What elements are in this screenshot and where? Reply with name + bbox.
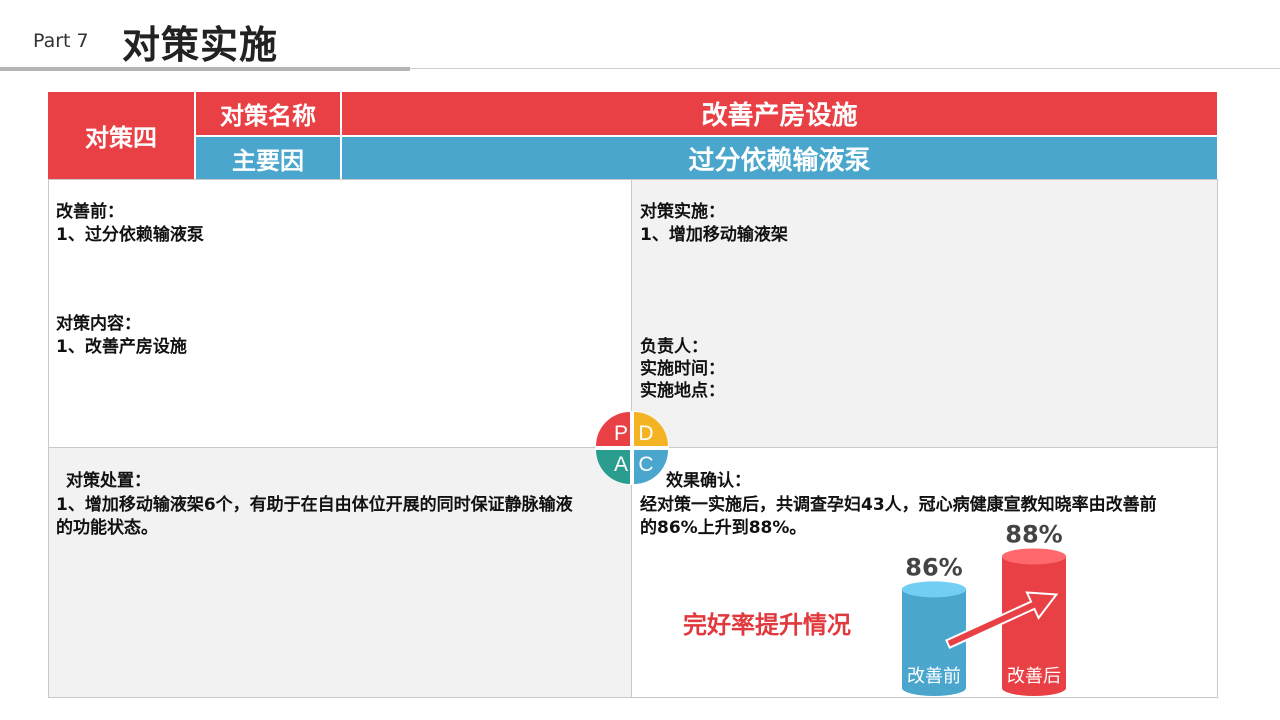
chart-caption: 完好率提升情况	[683, 611, 851, 639]
implementation-item: 1、增加移动输液架	[640, 225, 788, 245]
measure-name-value-cell: 改善产房设施	[342, 92, 1217, 135]
main-cause-value: 过分依赖输液泵	[688, 145, 871, 176]
implementation-label: 对策实施：	[640, 202, 725, 222]
category-label-2: 改善后	[1007, 666, 1061, 687]
main-cause-value-cell: 过分依赖输液泵	[342, 137, 1217, 179]
effect-line-1: 经对策一实施后，共调查孕妇43人，冠心病健康宣教知晓率由改善前	[640, 495, 1157, 515]
effect-line-2: 的86%上升到88%。	[640, 518, 807, 538]
category-label-1: 改善前	[907, 666, 961, 687]
place-label: 实施地点：	[640, 381, 725, 401]
pdca-d-letter: D	[638, 422, 653, 445]
main-cause-label: 主要因	[232, 146, 304, 175]
effect-label: 效果确认：	[666, 471, 751, 491]
bar-top-1	[902, 581, 966, 598]
content-label: 对策内容：	[56, 314, 141, 334]
pdca-a-letter: A	[614, 453, 628, 476]
part-number: Part 7	[33, 30, 89, 52]
measure-name-label-cell: 对策名称	[196, 92, 340, 135]
content-item: 1、改善产房设施	[56, 337, 187, 357]
bar-top-2	[1002, 548, 1066, 565]
measure-number: 对策四	[85, 124, 157, 152]
measure-name-label: 对策名称	[220, 102, 316, 130]
owner-label: 负责人：	[640, 337, 708, 357]
disposal-line-2: 的功能状态。	[56, 518, 158, 538]
pdca-p-letter: P	[614, 422, 628, 445]
pdca-cycle-icon: P D A C	[595, 411, 669, 485]
page-title: 对策实施	[122, 23, 279, 67]
before-item: 1、过分依赖输液泵	[56, 225, 204, 245]
disposal-line-1: 1、增加移动输液架6个，有助于在自由体位开展的同时保证静脉输液	[56, 495, 573, 515]
title-divider	[410, 68, 1280, 69]
measure-number-cell: 对策四	[48, 92, 194, 179]
measure-name-value: 改善产房设施	[701, 101, 858, 131]
pdca-c-letter: C	[638, 453, 653, 476]
main-cause-label-cell: 主要因	[196, 137, 340, 179]
improvement-bar-chart: 86% 改善前 88% 改善后	[902, 520, 1066, 696]
before-label: 改善前：	[56, 202, 124, 222]
value-label-2: 88%	[1005, 520, 1062, 548]
title-underline	[0, 67, 410, 71]
time-label: 实施时间：	[640, 359, 725, 379]
disposal-label: 对策处置：	[66, 471, 151, 491]
value-label-1: 86%	[905, 553, 962, 581]
